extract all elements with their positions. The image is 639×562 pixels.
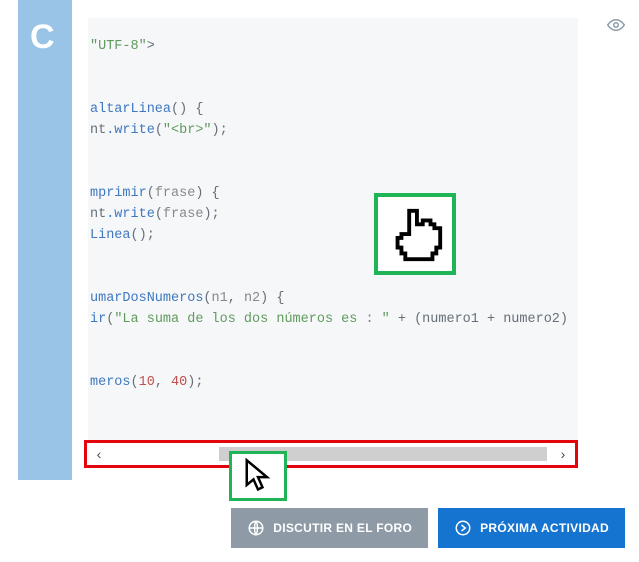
code-token: + <box>479 312 503 327</box>
code-token: > <box>147 39 155 54</box>
code-token: 10 <box>139 375 155 390</box>
scroll-right-arrow-icon[interactable]: › <box>555 446 571 462</box>
sidebar-stripe <box>18 0 72 480</box>
arrow-cursor-callout <box>229 451 287 501</box>
next-activity-button-label: PRÓXIMA ACTIVIDAD <box>480 521 609 535</box>
code-token: numero2 <box>503 312 560 327</box>
code-token: n2 <box>244 291 260 306</box>
code-token: mprimir <box>90 186 147 201</box>
code-token: ); <box>187 375 203 390</box>
next-activity-button[interactable]: PRÓXIMA ACTIVIDAD <box>438 508 625 548</box>
code-token: 40 <box>171 375 187 390</box>
code-token: ) { <box>260 291 284 306</box>
code-token: ir <box>90 312 106 327</box>
code-token: () { <box>171 102 203 117</box>
sidebar-letter: C <box>30 18 55 57</box>
code-token: n1 <box>212 291 228 306</box>
forum-button-label: DISCUTIR EN EL FORO <box>273 521 412 535</box>
horizontal-scrollbar[interactable]: ‹ › <box>84 440 578 468</box>
code-token: ) { <box>195 186 219 201</box>
code-token: altarLinea <box>90 102 171 117</box>
code-token: ); <box>212 123 228 138</box>
code-token: nt <box>90 123 106 138</box>
code-token: ( <box>203 291 211 306</box>
code-token: ) ) <box>560 312 578 327</box>
code-token: .write <box>106 207 155 222</box>
code-token: meros <box>90 375 131 390</box>
arrow-cursor-icon <box>240 456 276 496</box>
code-token: + ( <box>390 312 422 327</box>
scrollbar-track[interactable] <box>109 447 553 461</box>
code-panel: "UTF-8"> altarLinea() { nt.write("<br>")… <box>88 18 578 458</box>
globe-icon <box>247 519 265 537</box>
arrow-right-circle-icon <box>454 519 472 537</box>
code-token: Linea <box>90 228 131 243</box>
forum-button[interactable]: DISCUTIR EN EL FORO <box>231 508 428 548</box>
hand-cursor-callout <box>374 193 456 275</box>
code-token: ); <box>203 207 219 222</box>
code-token: "<br>" <box>163 123 212 138</box>
code-token: .write <box>106 123 155 138</box>
code-block: "UTF-8"> altarLinea() { nt.write("<br>")… <box>90 36 572 393</box>
code-token: ( <box>131 375 139 390</box>
code-token: (); <box>131 228 155 243</box>
scroll-left-arrow-icon[interactable]: ‹ <box>91 446 107 462</box>
visibility-icon[interactable] <box>607 16 625 39</box>
code-token: ( <box>147 186 155 201</box>
code-token: frase <box>163 207 204 222</box>
code-token: , <box>155 375 171 390</box>
hand-cursor-icon <box>384 203 446 265</box>
code-token: "La suma de los dos números es : " <box>114 312 389 327</box>
code-token: frase <box>155 186 196 201</box>
button-row: DISCUTIR EN EL FORO PRÓXIMA ACTIVIDAD <box>0 508 629 548</box>
code-token: nt <box>90 207 106 222</box>
code-token: umarDosNumeros <box>90 291 203 306</box>
code-token: ( <box>155 207 163 222</box>
code-token: , <box>228 291 244 306</box>
code-token: "UTF-8" <box>90 39 147 54</box>
code-token: numero1 <box>422 312 479 327</box>
code-token: ( <box>155 123 163 138</box>
